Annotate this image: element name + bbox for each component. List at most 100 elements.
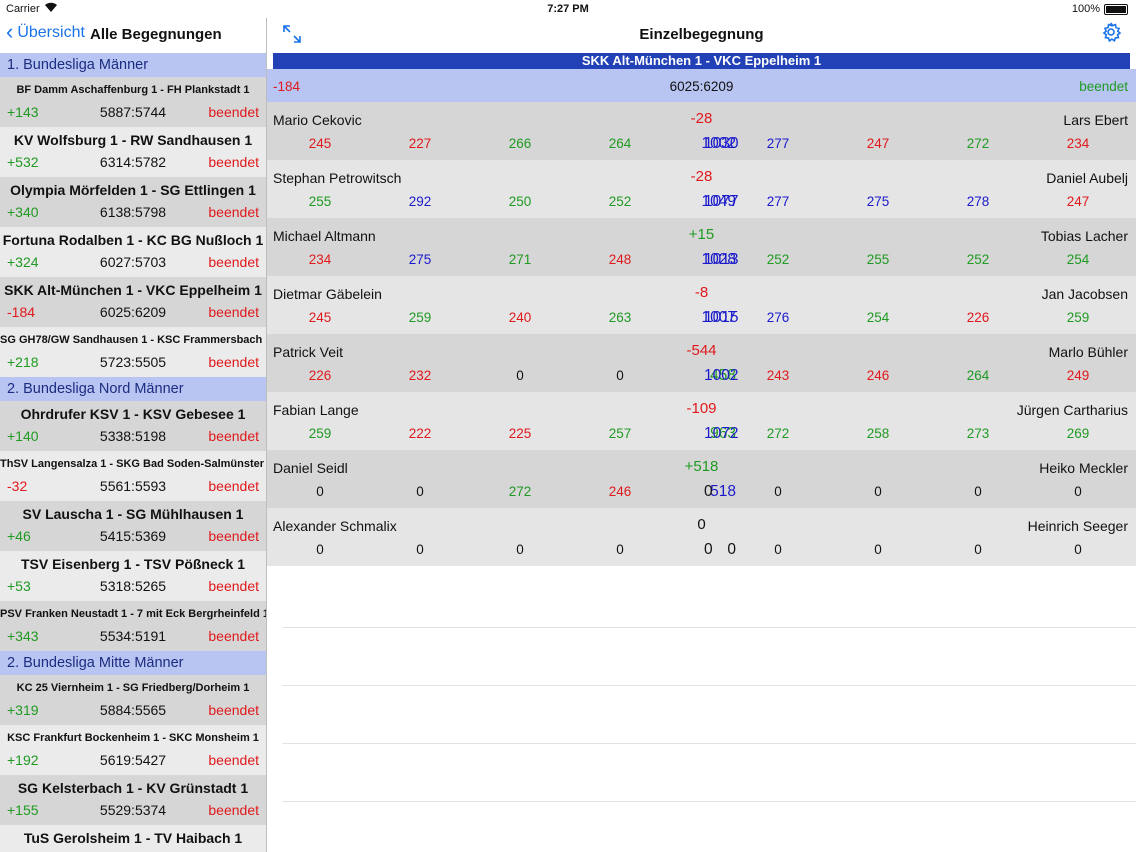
home-set-score: 252 <box>608 194 632 209</box>
home-total: 518 <box>710 483 736 500</box>
home-set-score: 0 <box>416 484 424 499</box>
divider-line <box>282 801 1136 802</box>
away-set-score: 243 <box>766 368 790 383</box>
match-status: beendet <box>208 628 259 644</box>
away-set-score: 254 <box>866 310 890 325</box>
match-row[interactable]: PSV Franken Neustadt 1 - 7 mit Eck Bergr… <box>0 601 266 651</box>
clock: 7:27 PM <box>547 3 589 15</box>
away-total: 1072 <box>704 425 739 442</box>
away-set-score: 0 <box>874 484 882 499</box>
away-set-score: 277 <box>766 194 790 209</box>
match-row[interactable]: SV Lauscha 1 - SG Mühlhausen 1 +46 5415:53… <box>0 501 266 551</box>
game-diff: -544 <box>686 342 717 359</box>
battery-icon <box>1104 4 1128 15</box>
home-set-score: 226 <box>308 368 332 383</box>
match-name: KC 25 Viernheim 1 - SG Friedberg/Dorheim… <box>16 682 250 694</box>
match-status: beendet <box>208 254 259 270</box>
away-set-score: 246 <box>866 368 890 383</box>
match-row[interactable]: KSC Frankfurt Bockenheim 1 - SKC Monshei… <box>0 725 266 775</box>
home-set-score: 255 <box>308 194 332 209</box>
away-set-score: 234 <box>1066 136 1090 151</box>
home-set-score: 232 <box>408 368 432 383</box>
match-row[interactable]: Ohrdrufer KSV 1 - KSV Gebesee 1 +140 5338:… <box>0 401 266 451</box>
match-status: beendet <box>208 204 259 220</box>
game-row: Stephan Petrowitsch Daniel Aubelj -28 255 29… <box>267 160 1136 218</box>
game-row: Alexander Schmalix Heinrich Seeger 0 0 0 0 0 0 0… <box>267 508 1136 566</box>
home-total: 0 <box>727 541 736 558</box>
away-set-score: 252 <box>966 252 990 267</box>
away-set-score: 247 <box>866 136 890 151</box>
home-set-score: 275 <box>408 252 432 267</box>
home-set-score: 225 <box>508 426 532 441</box>
match-name: Fortuna Rodalben 1 - KC BG Nußloch 1 <box>2 232 264 248</box>
detail-title: Einzelbegegnung <box>639 26 764 43</box>
match-list-pane: ‹ Übersicht Alle Begegnungen 1. Bundesli… <box>0 18 266 852</box>
game-row: Fabian Lange Jürgen Cartharius -109 259 222 2… <box>267 392 1136 450</box>
home-set-score: 259 <box>408 310 432 325</box>
match-status: beendet <box>208 702 259 718</box>
home-set-score: 0 <box>416 542 424 557</box>
away-total: 0 <box>704 541 713 558</box>
gear-icon[interactable] <box>1100 21 1122 49</box>
match-row[interactable]: SKK Alt-München 1 - VKC Eppelheim 1 -184 6… <box>0 277 266 327</box>
match-list: 1. Bundesliga Männer BF Damm Aschaffenbur… <box>0 53 266 852</box>
list-title: Alle Begegnungen <box>90 26 222 43</box>
match-status: beendet <box>208 354 259 370</box>
away-total: 1030 <box>704 135 739 152</box>
match-row[interactable]: BF Damm Aschaffenburg 1 - FH Plankstadt … <box>0 77 266 127</box>
game-row: Patrick Veit Marlo Bühler -544 226 232 0 0 458 1… <box>267 334 1136 392</box>
home-set-score: 292 <box>408 194 432 209</box>
match-row[interactable]: SG GH78/GW Sandhausen 1 - KSC Frammersba… <box>0 327 266 377</box>
match-name: TuS Gerolsheim 1 - TV Haibach 1 <box>23 830 243 846</box>
away-set-score: 0 <box>974 542 982 557</box>
away-total: 1015 <box>704 309 739 326</box>
away-set-score: 264 <box>966 368 990 383</box>
away-set-score: 259 <box>1066 310 1090 325</box>
home-set-score: 246 <box>608 484 632 499</box>
back-button[interactable]: ‹ Übersicht <box>6 21 85 43</box>
home-set-score: 0 <box>316 484 324 499</box>
divider-line <box>282 743 1136 744</box>
match-banner: SKK Alt-München 1 - VKC Eppelheim 1 <box>273 53 1130 69</box>
home-set-score: 240 <box>508 310 532 325</box>
home-set-score: 272 <box>508 484 532 499</box>
away-set-score: 277 <box>766 136 790 151</box>
match-row[interactable]: ThSV Langensalza 1 - SKG Bad Soden-Salmü… <box>0 451 266 501</box>
away-set-score: 226 <box>966 310 990 325</box>
home-set-score: 0 <box>316 542 324 557</box>
away-total: 1002 <box>704 367 739 384</box>
match-row[interactable]: TSV Eisenberg 1 - TSV Pößneck 1 +53 5318:5… <box>0 551 266 601</box>
status-bar: Carrier 7:27 PM 100% <box>0 0 1136 18</box>
game-row: Mario Cekovic Lars Ebert -28 245 227 266 264 10… <box>267 102 1136 160</box>
game-row: Daniel Seidl Heiko Meckler +518 0 0 272 246 518… <box>267 450 1136 508</box>
match-row[interactable]: TuS Gerolsheim 1 - TV Haibach 1 <box>0 825 266 852</box>
match-row[interactable]: SG Kelsterbach 1 - KV Grünstadt 1 +155 552… <box>0 775 266 825</box>
game-diff: -28 <box>690 168 713 185</box>
match-status: beendet <box>208 528 259 544</box>
match-row[interactable]: KV Wolfsburg 1 - RW Sandhausen 1 +532 6314… <box>0 127 266 177</box>
away-set-score: 0 <box>1074 484 1082 499</box>
away-set-score: 249 <box>1066 368 1090 383</box>
away-set-score: 276 <box>766 310 790 325</box>
match-name: Ohrdrufer KSV 1 - KSV Gebesee 1 <box>20 406 246 422</box>
match-row[interactable]: Fortuna Rodalben 1 - KC BG Nußloch 1 +324… <box>0 227 266 277</box>
match-name: SG Kelsterbach 1 - KV Grünstadt 1 <box>17 780 249 796</box>
home-set-score: 0 <box>616 542 624 557</box>
away-set-score: 0 <box>974 484 982 499</box>
home-set-score: 264 <box>608 136 632 151</box>
away-set-score: 273 <box>966 426 990 441</box>
match-name: TSV Eisenberg 1 - TSV Pößneck 1 <box>20 556 246 572</box>
game-row: Dietmar Gäbelein Jan Jacobsen -8 245 259 240 2… <box>267 276 1136 334</box>
match-name: KV Wolfsburg 1 - RW Sandhausen 1 <box>13 132 253 148</box>
detail-pane: Einzelbegegnung SKK Alt-München 1 - VKC … <box>267 18 1136 852</box>
match-row[interactable]: Olympia Mörfelden 1 - SG Ettlingen 1 +340… <box>0 177 266 227</box>
match-row[interactable]: KC 25 Viernheim 1 - SG Friedberg/Dorheim… <box>0 675 266 725</box>
match-name: SKK Alt-München 1 - VKC Eppelheim 1 <box>4 282 262 298</box>
home-set-score: 0 <box>516 542 524 557</box>
home-set-score: 0 <box>616 368 624 383</box>
home-set-score: 271 <box>508 252 532 267</box>
away-total: 0 <box>704 483 713 500</box>
home-set-score: 234 <box>308 252 332 267</box>
match-status: beendet <box>208 578 259 594</box>
home-set-score: 257 <box>608 426 632 441</box>
